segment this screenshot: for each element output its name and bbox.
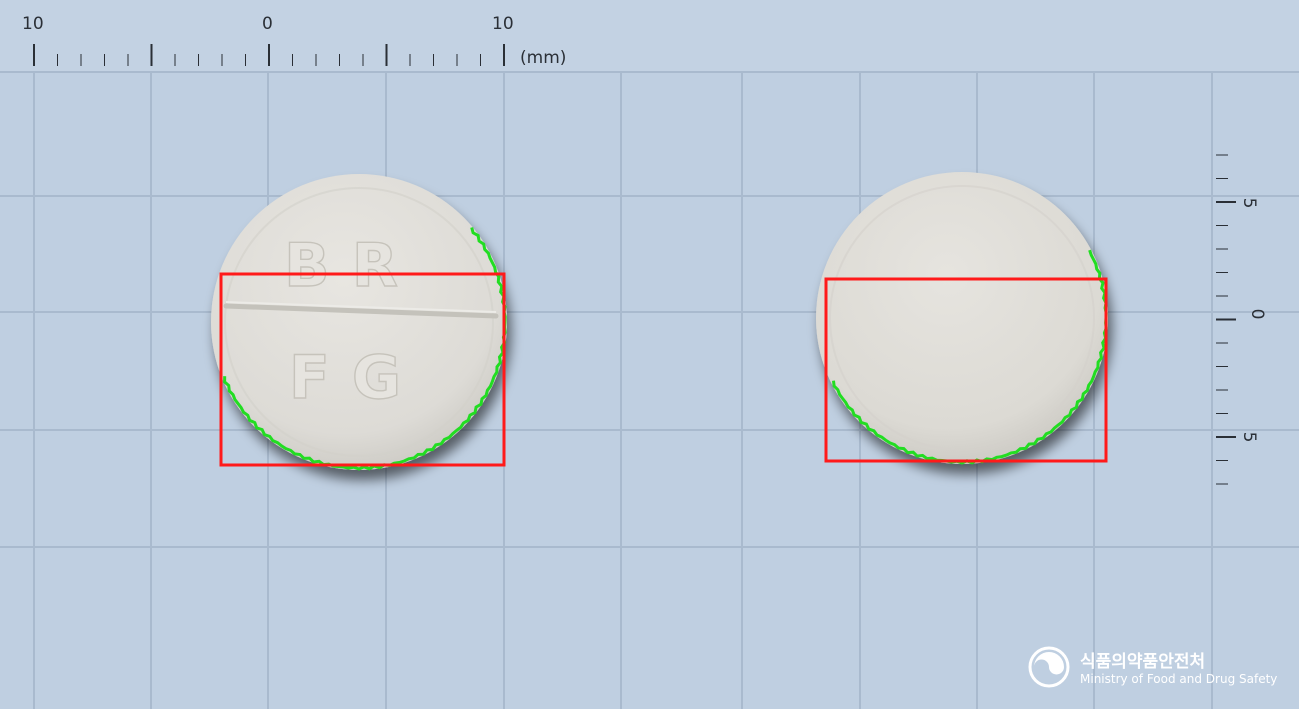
pill-front-imprint-bottom: FG: [289, 343, 423, 413]
right-ruler-label-zero: 0: [1247, 309, 1267, 320]
right-ruler-label-upper: 5: [1239, 198, 1259, 209]
logo-korean-text: 식품의약품안전처: [1080, 651, 1205, 672]
top-ruler-unit: (mm): [520, 48, 566, 68]
pill-photo-stage: 10 0 10 (mm) 5 0 5 BR FG 식품의약품안전처 Minist…: [0, 0, 1299, 709]
pill-photo: 10 0 10 (mm) 5 0 5 BR FG 식품의약품안전처 Minist…: [0, 0, 1299, 709]
top-ruler-label-zero: 0: [262, 14, 273, 34]
top-ruler-label-left: 10: [22, 14, 44, 34]
top-ruler-label-right: 10: [492, 14, 514, 34]
right-ruler-label-lower: 5: [1239, 432, 1259, 443]
logo-english-text: Ministry of Food and Drug Safety: [1080, 672, 1277, 686]
top-ruler-band: [0, 0, 1299, 72]
background: [0, 0, 1299, 709]
pill-front-imprint-top: BR: [284, 231, 420, 301]
